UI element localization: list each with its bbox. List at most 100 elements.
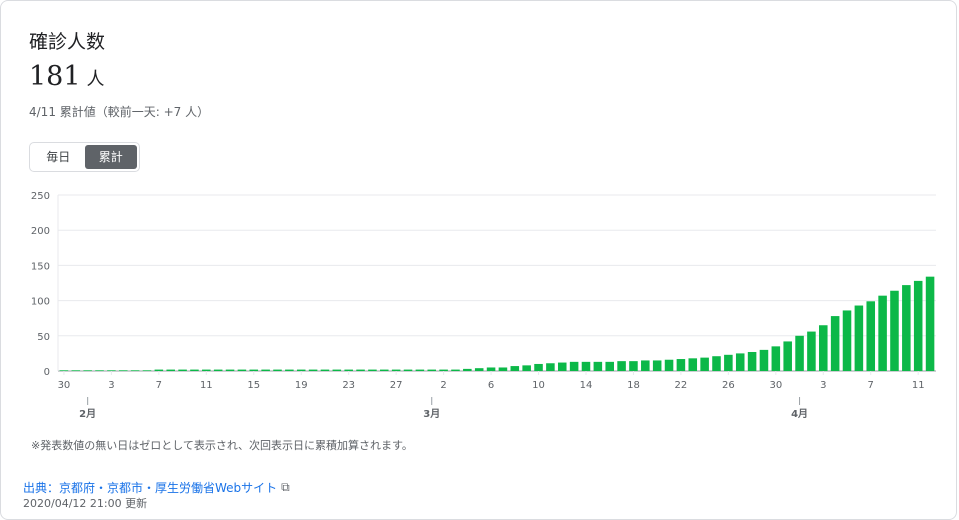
bar: [344, 369, 353, 371]
bar: [664, 359, 674, 371]
bar: [819, 325, 828, 371]
x-tick-label: 30: [769, 380, 782, 391]
bar: [225, 369, 235, 371]
external-link-icon: ⧉: [281, 480, 290, 494]
source-label: 出典：京都府・京都市・厚生労働省Webサイト: [23, 481, 278, 495]
bar: [688, 358, 698, 371]
bar: [356, 369, 365, 371]
bar: [913, 280, 923, 371]
bar: [712, 356, 721, 371]
bar: [593, 361, 603, 371]
bar: [273, 369, 282, 371]
card-title: 確診人数: [29, 31, 106, 53]
bar: [178, 369, 187, 371]
bar: [130, 370, 140, 371]
bar: [759, 349, 769, 371]
bar: [368, 369, 377, 371]
bar: [866, 301, 876, 371]
bar: [902, 285, 911, 371]
bar: [925, 276, 935, 371]
bar: [213, 369, 223, 371]
total-count: 181 人: [29, 61, 105, 92]
bar: [724, 354, 733, 371]
bar: [498, 367, 508, 371]
bar: [795, 335, 804, 371]
bar: [463, 368, 472, 371]
bar: [641, 360, 650, 371]
bar: [652, 360, 662, 371]
bar: [783, 341, 792, 371]
bar: [676, 359, 686, 371]
bar: [308, 369, 318, 371]
daily-button[interactable]: 毎日: [32, 145, 85, 169]
bar: [71, 370, 81, 371]
y-tick-label: 150: [31, 261, 50, 272]
month-label: 3月: [423, 408, 440, 420]
bar: [605, 361, 614, 371]
bar: [842, 310, 852, 371]
bar: [557, 362, 567, 371]
chart-note: ※発表数値の無い日はゼロとして表示され、次回表示日に累積加算されます。: [31, 439, 413, 452]
y-tick-label: 0: [44, 367, 50, 378]
bar: [569, 361, 579, 371]
bar: [391, 369, 401, 371]
bar: [474, 368, 484, 371]
x-tick-label: 10: [532, 380, 545, 391]
bar: [629, 361, 638, 371]
bar: [830, 316, 840, 371]
bar: [439, 369, 448, 371]
bar: [510, 366, 520, 371]
subtitle: 4/11 累計値（較前一天: +7 人）: [29, 105, 210, 119]
x-tick-label: 19: [295, 380, 308, 391]
bar: [285, 369, 294, 371]
bar: [771, 346, 781, 371]
bar: [486, 367, 496, 371]
bar: [107, 370, 116, 371]
x-tick-label: 23: [342, 380, 355, 391]
bar: [261, 369, 270, 371]
bar: [735, 353, 745, 371]
x-tick-label: 14: [580, 380, 593, 391]
bar: [878, 295, 887, 371]
y-tick-label: 100: [31, 297, 50, 308]
bar: [166, 369, 175, 371]
bar: [807, 331, 816, 371]
x-tick-label: 18: [627, 380, 640, 391]
x-tick-label: 7: [156, 380, 162, 391]
bar: [59, 370, 69, 371]
bar: [546, 363, 555, 371]
x-tick-label: 22: [675, 380, 688, 391]
bar: [534, 363, 543, 371]
bar: [890, 290, 899, 371]
bar: [451, 369, 460, 371]
y-tick-label: 50: [37, 332, 50, 343]
bar: [237, 369, 247, 371]
x-tick-label: 11: [200, 380, 213, 391]
month-label: 2月: [79, 408, 96, 420]
bar: [522, 365, 531, 371]
bar: [95, 370, 104, 371]
bar: [83, 370, 92, 371]
stats-card: 確診人数 181 人 4/11 累計値（較前一天: +7 人） 毎日 累計 0 50…: [0, 0, 957, 520]
bar: [380, 369, 389, 371]
x-tick-label: 3: [108, 380, 114, 391]
bar: [700, 357, 709, 371]
bar: [403, 369, 413, 371]
bar: [142, 370, 152, 371]
month-label: 4月: [791, 408, 808, 420]
cumulative-button[interactable]: 累計: [84, 145, 137, 169]
x-tick-label: 3: [820, 380, 826, 391]
source-link[interactable]: 出典：京都府・京都市・厚生労働省Webサイト ⧉: [23, 479, 290, 496]
bar: [415, 369, 425, 371]
bar: [154, 369, 164, 371]
x-tick-label: 2: [440, 380, 446, 391]
bar: [581, 361, 591, 371]
bar: [296, 369, 306, 371]
x-tick-label: 11: [912, 380, 925, 391]
y-tick-label: 250: [31, 191, 50, 202]
bar: [190, 369, 199, 371]
bar: [249, 369, 259, 371]
bar: [332, 369, 342, 371]
x-tick-label: 27: [390, 380, 403, 391]
bar: [118, 370, 128, 371]
